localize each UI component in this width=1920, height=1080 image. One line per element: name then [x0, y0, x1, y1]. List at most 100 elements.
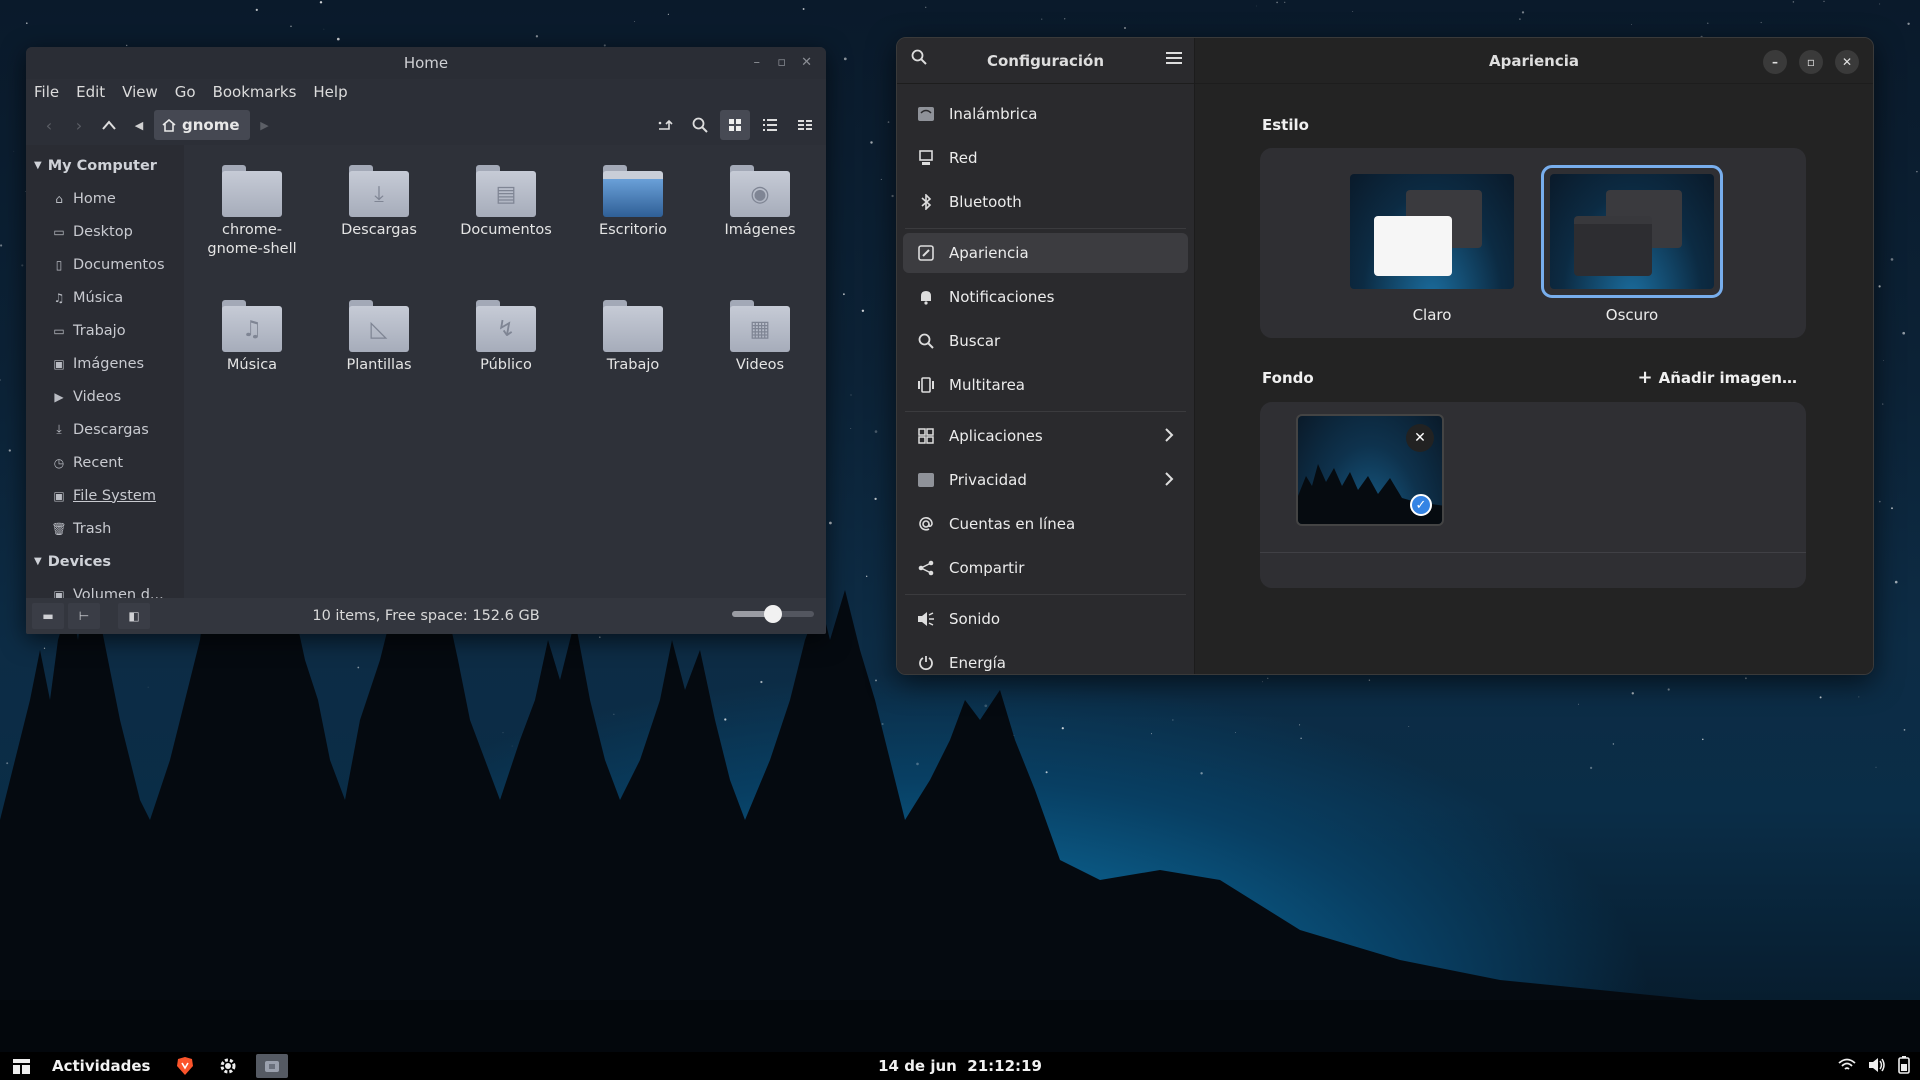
- tree-toggle-icon[interactable]: ⊢: [68, 603, 100, 629]
- file-item[interactable]: ▦ Videos: [696, 300, 824, 375]
- nav-item-bluetooth[interactable]: Bluetooth: [903, 182, 1188, 222]
- nav-item-label: Privacidad: [949, 471, 1027, 489]
- maximize-icon[interactable]: ▫: [777, 47, 786, 79]
- places-toggle-icon[interactable]: ▬: [32, 603, 64, 629]
- icon-view-icon[interactable]: [720, 110, 750, 140]
- menu-bar: File Edit View Go Bookmarks Help: [26, 79, 826, 105]
- file-item[interactable]: ♫ Música: [188, 300, 316, 375]
- nav-item-label: Aplicaciones: [949, 427, 1043, 445]
- system-tray[interactable]: [1838, 1056, 1910, 1074]
- wallpaper-thumbnail[interactable]: ✕ ✓: [1296, 414, 1444, 526]
- nav-item-label: Notificaciones: [949, 288, 1055, 306]
- file-item[interactable]: ⤓ Descargas: [315, 165, 443, 240]
- style-option-light[interactable]: [1344, 168, 1520, 295]
- nav-item-sonido[interactable]: Sonido: [903, 599, 1188, 639]
- sidebar-item-file-system[interactable]: ▣ File System: [26, 479, 184, 512]
- nav-item-notificaciones[interactable]: Notificaciones: [903, 277, 1188, 317]
- up-icon[interactable]: [94, 110, 124, 140]
- sidebar-item-descargas[interactable]: ⤓ Descargas: [26, 413, 184, 446]
- style-option-dark[interactable]: [1541, 165, 1723, 298]
- sidebar-section-label: My Computer: [47, 157, 157, 174]
- minimize-icon[interactable]: –: [1763, 50, 1787, 74]
- sidebar-item-recent[interactable]: ◷ Recent: [26, 446, 184, 479]
- back-icon[interactable]: ‹: [34, 110, 64, 140]
- minimize-icon[interactable]: –: [754, 47, 761, 79]
- close-icon[interactable]: ✕: [1835, 50, 1859, 74]
- file-label: Videos: [735, 357, 785, 373]
- sidebar-item-home[interactable]: ⌂ Home: [26, 182, 184, 215]
- file-label: chrome-gnome-shell: [207, 222, 297, 257]
- activities-button[interactable]: Actividades: [52, 1057, 150, 1075]
- taskbar: Actividades 14 de jun 21:12:19: [0, 1052, 1920, 1080]
- menu-view[interactable]: View: [122, 83, 158, 101]
- nav-item-privacidad[interactable]: Privacidad: [903, 460, 1188, 500]
- brave-browser-icon[interactable]: [176, 1056, 194, 1076]
- path-right-icon[interactable]: ▶: [250, 110, 280, 140]
- sidebar-toggle-icon[interactable]: ◧: [118, 603, 150, 629]
- breadcrumb[interactable]: gnome: [154, 110, 250, 140]
- file-item[interactable]: ↯ Público: [442, 300, 570, 375]
- hamburger-menu-icon[interactable]: [1166, 51, 1182, 69]
- sidebar-item-label: Documentos: [73, 256, 165, 273]
- zoom-slider[interactable]: [732, 605, 814, 623]
- search-icon[interactable]: [911, 49, 927, 69]
- sidebar-item-label: Videos: [73, 388, 122, 405]
- menu-bookmarks[interactable]: Bookmarks: [213, 83, 297, 101]
- sidebar-item-trash[interactable]: 🗑 Trash: [26, 512, 184, 545]
- zoom-slider-knob[interactable]: [764, 605, 782, 623]
- settings-gear-icon[interactable]: [218, 1056, 238, 1076]
- file-manager-window[interactable]: Home – ▫ ✕ File Edit View Go Bookmarks H…: [26, 47, 826, 634]
- sidebar-item-im-genes[interactable]: ▣ Imágenes: [26, 347, 184, 380]
- clock-time: 21:12:19: [967, 1057, 1042, 1075]
- nav-item-inalambrica[interactable]: Inalámbrica: [903, 94, 1188, 134]
- path-left-icon[interactable]: ◀: [124, 110, 154, 140]
- app-grid-icon[interactable]: [13, 1058, 30, 1074]
- settings-window[interactable]: Configuración Inalámbrica Red Bluetooth Apa…: [896, 37, 1874, 675]
- sidebar-item-videos[interactable]: ▶ Videos: [26, 380, 184, 413]
- sidebar-item-label: Desktop: [73, 223, 133, 240]
- plus-icon: +: [1637, 367, 1653, 388]
- menu-file[interactable]: File: [34, 83, 59, 101]
- sidebar-item-desktop[interactable]: ▭ Desktop: [26, 215, 184, 248]
- compact-view-icon[interactable]: [790, 110, 820, 140]
- file-item[interactable]: ▤ Documentos: [442, 165, 570, 240]
- download-folder-icon: ⤓: [349, 165, 409, 217]
- sidebar-section-my-computer[interactable]: ▼ My Computer: [26, 149, 184, 182]
- nav-item-apariencia[interactable]: Apariencia: [903, 233, 1188, 273]
- sidebar-item-trabajo[interactable]: ▭ Trabajo: [26, 314, 184, 347]
- file-item[interactable]: Trabajo: [569, 300, 697, 375]
- nav-item-energia[interactable]: Energía: [903, 643, 1188, 674]
- nav-item-aplicaciones[interactable]: Aplicaciones: [903, 416, 1188, 456]
- home-icon: ⌂: [55, 191, 63, 206]
- nav-item-cuentas-en-linea[interactable]: Cuentas en línea: [903, 504, 1188, 544]
- nav-item-multitarea[interactable]: Multitarea: [903, 365, 1188, 405]
- forward-icon[interactable]: ›: [64, 110, 94, 140]
- menu-help[interactable]: Help: [313, 83, 347, 101]
- file-item[interactable]: chrome-gnome-shell: [188, 165, 316, 259]
- file-item[interactable]: ◺ Plantillas: [315, 300, 443, 375]
- add-image-button[interactable]: + Añadir imagen…: [1637, 367, 1798, 388]
- nav-item-red[interactable]: Red: [903, 138, 1188, 178]
- close-icon[interactable]: ✕: [801, 47, 812, 79]
- nav-item-label: Buscar: [949, 332, 1001, 350]
- file-item[interactable]: ◉ Imágenes: [696, 165, 824, 240]
- nav-item-label: Inalámbrica: [949, 105, 1038, 123]
- file-manager-titlebar[interactable]: Home – ▫ ✕: [26, 47, 826, 79]
- file-item[interactable]: Escritorio: [569, 165, 697, 240]
- list-view-icon[interactable]: [755, 110, 785, 140]
- nav-item-label: Multitarea: [949, 376, 1025, 394]
- location-toggle-icon[interactable]: [650, 110, 680, 140]
- sidebar-item-documentos[interactable]: ▯ Documentos: [26, 248, 184, 281]
- menu-edit[interactable]: Edit: [76, 83, 105, 101]
- sidebar-item-volume[interactable]: ▣ Volumen d...: [26, 578, 184, 599]
- drive-icon: ▣: [53, 587, 65, 599]
- sidebar-section-devices[interactable]: ▼ Devices: [26, 545, 184, 578]
- menu-go[interactable]: Go: [175, 83, 196, 101]
- maximize-icon[interactable]: ▫: [1799, 50, 1823, 74]
- search-icon[interactable]: [685, 110, 715, 140]
- files-app-icon[interactable]: [256, 1054, 289, 1078]
- sidebar-item-m-sica[interactable]: ♫ Música: [26, 281, 184, 314]
- nav-item-buscar[interactable]: Buscar: [903, 321, 1188, 361]
- nav-item-compartir[interactable]: Compartir: [903, 548, 1188, 588]
- remove-wallpaper-icon[interactable]: ✕: [1406, 424, 1434, 452]
